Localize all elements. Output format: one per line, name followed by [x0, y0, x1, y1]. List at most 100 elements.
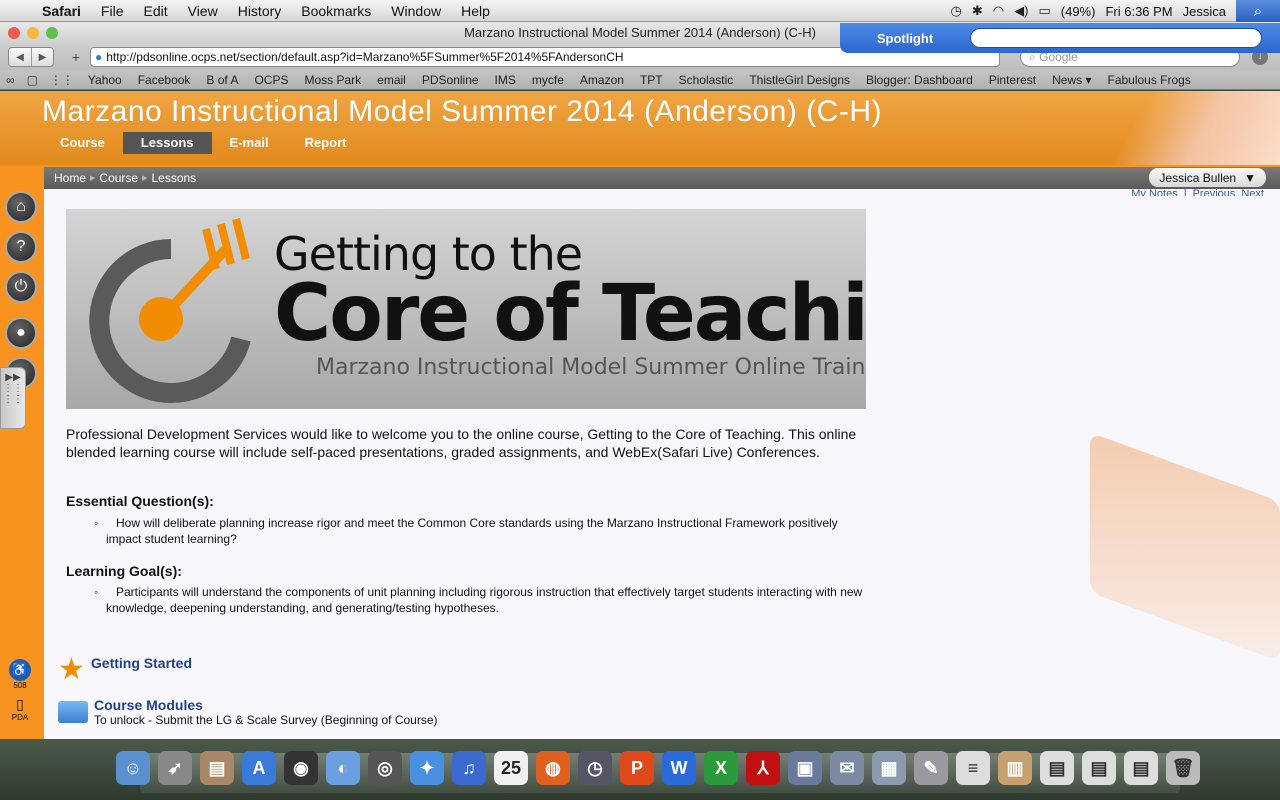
bookmark-news[interactable]: News ▾ [1044, 73, 1099, 87]
trash-icon[interactable]: 🗑 [1166, 751, 1200, 785]
reading-list-icon[interactable]: ∞ [0, 73, 21, 87]
bookmark-scholastic[interactable]: Scholastic [671, 73, 742, 87]
image-capture-icon[interactable]: ▦ [872, 751, 906, 785]
forward-icon[interactable]: ▶ [31, 48, 53, 66]
spotlight-icon[interactable]: ⌕ [1236, 0, 1280, 22]
pda-icon: ▯ [16, 696, 24, 712]
menu-bar: Safari File Edit View History Bookmarks … [0, 0, 1280, 22]
window-title: Marzano Instructional Model Summer 2014 … [464, 25, 816, 40]
bookmark-pinterest[interactable]: Pinterest [981, 73, 1044, 87]
next-link[interactable]: Next [1241, 188, 1264, 196]
dashboard-icon[interactable]: ◉ [284, 751, 318, 785]
launchpad-icon[interactable]: ➶ [158, 751, 192, 785]
add-bookmark-icon[interactable]: + [66, 49, 86, 65]
finder-icon[interactable]: ☺ [116, 751, 150, 785]
bookmark-ocps[interactable]: OCPS [246, 73, 296, 87]
itunes-icon[interactable]: ♫ [452, 751, 486, 785]
bookmark-blogger[interactable]: Blogger: Dashboard [858, 73, 981, 87]
preview-icon[interactable]: ▤ [200, 751, 234, 785]
my-notes-link[interactable]: My Notes [1131, 188, 1177, 196]
bookmark-pdsonline[interactable]: PDSonline [414, 73, 487, 87]
excel-icon[interactable]: X [704, 751, 738, 785]
bookmark-facebook[interactable]: Facebook [130, 73, 199, 87]
downloads-stack-icon[interactable]: ▤ [1082, 751, 1116, 785]
clock[interactable]: Fri 6:36 PM [1105, 4, 1172, 19]
course-logo-banner: Getting to the Core of Teaching Marzano … [66, 209, 866, 409]
goal-heading: Learning Goal(s): [66, 563, 182, 579]
getting-started-item[interactable]: ★ Getting Started [58, 655, 192, 685]
help-icon[interactable]: ? [5, 231, 37, 263]
crumb-home[interactable]: Home [50, 171, 90, 185]
applications-folder-icon[interactable]: ▥ [998, 751, 1032, 785]
bookmark-moss-park[interactable]: Moss Park [296, 73, 369, 87]
tab-course[interactable]: Course [42, 132, 123, 154]
power-icon[interactable]: ⏻ [5, 271, 37, 303]
menu-bookmarks[interactable]: Bookmarks [291, 3, 381, 19]
menu-edit[interactable]: Edit [133, 3, 177, 19]
time-machine-dock-icon[interactable]: ◷ [578, 751, 612, 785]
bluetooth-icon[interactable]: ✱ [972, 3, 983, 19]
accessibility-508[interactable]: ♿ 508 ▯ PDA [8, 659, 32, 722]
course-modules-link[interactable]: Course Modules [94, 697, 438, 713]
top-sites-icon[interactable]: ⋮⋮ [44, 73, 80, 87]
course-modules-note: To unlock - Submit the LG & Scale Survey… [94, 713, 438, 727]
getting-started-link[interactable]: Getting Started [91, 655, 192, 671]
acrobat-icon[interactable]: ⅄ [746, 751, 780, 785]
logo-line-2: Core of Teaching [274, 269, 866, 359]
crumb-lessons[interactable]: Lessons [147, 171, 200, 185]
document-stack-icon[interactable]: ▤ [1040, 751, 1074, 785]
minimize-window-button[interactable] [27, 27, 39, 39]
tab-report[interactable]: Report [287, 132, 365, 154]
wifi-icon[interactable]: ◠ [993, 3, 1004, 19]
textedit-icon[interactable]: ≡ [956, 751, 990, 785]
bookmark-thistlegirl[interactable]: ThistleGirl Designs [741, 73, 858, 87]
battery-icon[interactable]: ▭ [1038, 3, 1050, 19]
user-menu-button[interactable]: Jessica Bullen ▼ [1149, 168, 1266, 187]
menu-history[interactable]: History [228, 3, 292, 19]
spotlight-input[interactable] [970, 28, 1262, 48]
book-icon[interactable]: ▢ [21, 73, 44, 87]
menu-help[interactable]: Help [451, 3, 500, 19]
home-icon[interactable]: ⌂ [5, 191, 37, 223]
calendar-icon[interactable]: 25 [494, 751, 528, 785]
documents-stack-icon[interactable]: ▤ [1124, 751, 1158, 785]
bookmark-yahoo[interactable]: Yahoo [80, 73, 130, 87]
bookmark-mycfe[interactable]: mycfe [524, 73, 572, 87]
back-icon[interactable]: ◀ [9, 48, 31, 66]
bookmark-fabulous-frogs[interactable]: Fabulous Frogs [1099, 73, 1198, 87]
close-window-button[interactable] [8, 27, 20, 39]
bookmark-bofa[interactable]: B of A [198, 73, 246, 87]
tab-email[interactable]: E-mail [212, 132, 287, 154]
bookmark-tpt[interactable]: TPT [632, 73, 671, 87]
safari-icon[interactable]: ✦ [410, 751, 444, 785]
zoom-window-button[interactable] [46, 27, 58, 39]
content-area: Home ▶ Course ▶ Lessons Jessica Bullen ▼… [44, 167, 1280, 739]
crumb-course[interactable]: Course [95, 171, 142, 185]
tab-lessons[interactable]: Lessons [122, 132, 212, 154]
system-preferences-icon[interactable]: ✎ [914, 751, 948, 785]
pencils-image [1080, 91, 1280, 165]
firefox-icon[interactable]: ◍ [536, 751, 570, 785]
menu-window[interactable]: Window [381, 3, 451, 19]
app-store-icon[interactable]: A [242, 751, 276, 785]
bookmark-ims[interactable]: IMS [487, 73, 524, 87]
sidebar-expand-handle[interactable]: ▶▶ ⋮⋮ ⋮⋮ [0, 367, 26, 429]
mail-icon[interactable]: ✉ [830, 751, 864, 785]
menu-app[interactable]: Safari [32, 3, 91, 19]
facetime-icon[interactable]: ◐ [326, 751, 360, 785]
bookmark-email[interactable]: email [369, 73, 414, 87]
iphoto-icon[interactable]: ▣ [788, 751, 822, 785]
bookmark-amazon[interactable]: Amazon [572, 73, 632, 87]
user-name[interactable]: Jessica [1183, 4, 1226, 19]
menu-file[interactable]: File [91, 3, 134, 19]
course-modules-item[interactable]: Course Modules To unlock - Submit the LG… [58, 697, 438, 727]
powerpoint-icon[interactable]: P [620, 751, 654, 785]
volume-icon[interactable]: ◀) [1014, 3, 1028, 19]
profile-icon[interactable]: ● [5, 317, 37, 349]
menu-view[interactable]: View [178, 3, 228, 19]
time-machine-icon[interactable]: ◷ [951, 3, 962, 19]
previous-link[interactable]: Previous [1193, 188, 1236, 196]
course-title: Marzano Instructional Model Summer 2014 … [42, 95, 882, 128]
word-icon[interactable]: W [662, 751, 696, 785]
photo-booth-icon[interactable]: ◎ [368, 751, 402, 785]
